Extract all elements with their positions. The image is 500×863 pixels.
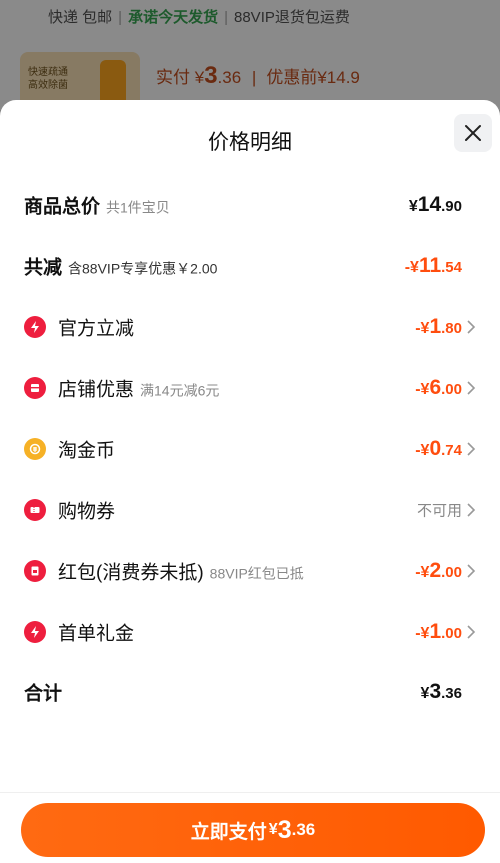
goods-count-text: 共1件宝贝 (106, 199, 170, 216)
official-discount-label: 官方立减 (58, 318, 135, 340)
footer-divider (0, 792, 500, 793)
grand-total-label: 合计 (24, 683, 63, 705)
first-order-gift-amount: -¥1.00 (415, 620, 462, 643)
background-page: 快递 包邮 | 承诺今天发货 | 88VIP退货包运费 快速疏通高效除菌 实付 ¥3.3… (0, 0, 500, 110)
vip-discount-note: 含88VIP专享优惠￥2.00 (68, 260, 218, 277)
lightning-icon (24, 621, 46, 643)
vip-red-envelope-note: 88VIP红包已抵 (209, 565, 304, 582)
taojinbi-amount: -¥0.74 (415, 437, 462, 460)
shopping-coupon-label: 购物券 (58, 501, 116, 523)
chevron-right-icon (467, 625, 476, 639)
shop-discount-label: 店铺优惠 (58, 379, 135, 401)
goods-total-amount: ¥14.90 (408, 193, 462, 216)
sheet-title: 价格明细 (208, 131, 292, 154)
grand-total-amount: ¥3.36 (420, 680, 462, 703)
chevron-right-icon (467, 381, 476, 395)
row-shop-discount[interactable]: 店铺优惠 满14元减6元 -¥6.00 (0, 368, 500, 408)
row-first-order-gift[interactable]: 首单礼金 -¥1.00 (0, 612, 500, 652)
row-official-discount[interactable]: 官方立减 -¥1.80 (0, 307, 500, 347)
row-total-discount: 共减 含88VIP专享优惠￥2.00 -¥11.54 (0, 246, 500, 286)
shipping-info: 快递 包邮 | 承诺今天发货 | 88VIP退货包运费 (48, 9, 350, 26)
chevron-right-icon (467, 564, 476, 578)
coupon-status: 不可用 (416, 502, 462, 520)
official-discount-amount: -¥1.80 (415, 315, 462, 338)
row-shopping-coupon[interactable]: 购物券 不可用 (0, 490, 500, 530)
shop-discount-amount: -¥6.00 (415, 376, 462, 399)
taojinbi-label: 淘金币 (58, 440, 116, 462)
row-grand-total: 合计 ¥3.36 (0, 672, 500, 712)
vip-return-text: 88VIP退货包运费 (234, 9, 350, 26)
row-goods-total: 商品总价 共1件宝贝 ¥14.90 (0, 185, 500, 225)
chevron-right-icon (467, 503, 476, 517)
close-icon (465, 125, 481, 141)
red-envelope-amount: -¥2.00 (415, 559, 462, 582)
red-envelope-label: 红包(消费券未抵) (58, 562, 204, 584)
free-shipping-text: 快递 包邮 (48, 9, 113, 26)
bg-pay-dec: .36 (217, 68, 242, 87)
thumb-text-2: 高效除菌 (28, 80, 68, 91)
price-detail-sheet: 价格明细 商品总价 共1件宝贝 ¥14.90 共减 含88VIP专享优惠￥2.00 … (0, 100, 500, 863)
shop-icon (24, 377, 46, 399)
bg-pay-int: 3 (204, 62, 218, 89)
close-button[interactable] (454, 114, 492, 152)
goods-total-label: 商品总价 (24, 196, 101, 218)
red-envelope-icon (24, 560, 46, 582)
pay-amount-int: 3 (277, 815, 292, 844)
total-discount-label: 共减 (24, 257, 63, 279)
bg-orig-price: 优惠前¥14.9 (266, 68, 360, 87)
pay-amount-dec: .36 (291, 820, 316, 839)
row-taojinbi[interactable]: 淘金币 -¥0.74 (0, 429, 500, 469)
coupon-icon (24, 499, 46, 521)
pay-now-button[interactable]: 立即支付 ¥3.36 (21, 803, 485, 857)
row-red-envelope[interactable]: 红包(消费券未抵) 88VIP红包已抵 -¥2.00 (0, 551, 500, 591)
lightning-icon (24, 316, 46, 338)
chevron-right-icon (467, 442, 476, 456)
pay-now-label: 立即支付 (190, 821, 267, 843)
pay-currency: ¥ (268, 821, 278, 838)
first-order-gift-label: 首单礼金 (58, 623, 135, 645)
chevron-right-icon (467, 320, 476, 334)
total-discount-amount: -¥11.54 (404, 254, 462, 277)
thumb-text-1: 快速疏通 (28, 67, 68, 78)
bg-pay-label: 实付 ¥ (156, 68, 205, 87)
shop-discount-rule: 满14元减6元 (140, 382, 220, 399)
background-pay-summary: 实付 ¥3.36 | 优惠前¥14.9 (156, 62, 360, 89)
taojinbi-coin-icon (24, 438, 46, 460)
ship-today-text: 承诺今天发货 (128, 9, 219, 26)
